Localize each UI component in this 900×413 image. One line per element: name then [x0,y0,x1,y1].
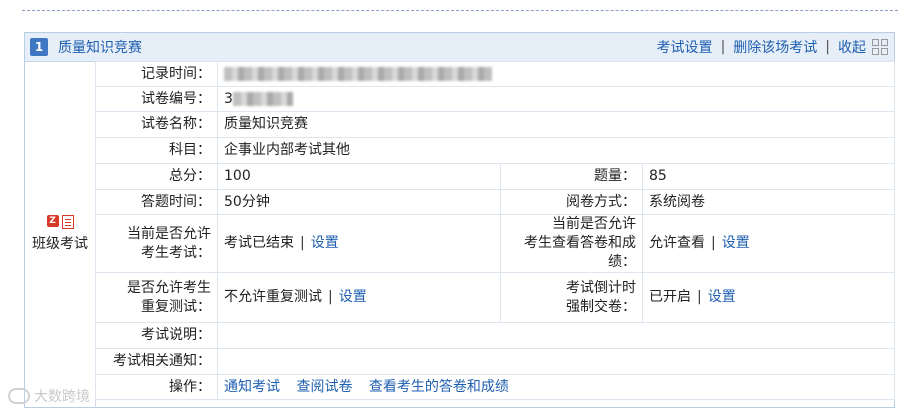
table-row: 答题时间： 50分钟 阅卷方式： 系统阅卷 [95,189,896,215]
table-row: 考试说明： [95,322,896,349]
exam-number-badge: 1 [30,38,48,56]
table-row: 试卷名称： 质量知识竞赛 [95,111,896,138]
separator: | [825,39,830,55]
review-paper-link[interactable]: 查阅试卷 [296,379,352,395]
paper-no-text: 3 [224,90,233,107]
exam-type-icons: Z [46,215,74,229]
exam-settings-link[interactable]: 考试设置 [657,37,713,57]
top-dashed-divider [22,10,898,11]
operations-links: 通知考试 查阅试卷 查看考生的答卷和成绩 [216,374,896,400]
watermark-logo-icon [8,388,30,404]
duration-label: 答题时间： [95,189,218,215]
table-row: 考试相关通知： [95,348,896,375]
paper-no-label: 试卷编号： [95,86,218,112]
collapse-link[interactable]: 收起 [838,37,866,57]
score-label: 总分： [95,163,218,190]
exam-description-value [216,322,896,349]
exam-panel: 1 质量知识竞赛 考试设置 | 删除该场考试 | 收起 Z 班级考试 记录时间：… [24,32,896,408]
allow-exam-set-link[interactable]: 设置 [311,235,339,251]
exam-title: 质量知识竞赛 [58,40,142,56]
score-value: 100 [217,163,501,190]
subject-label: 科目： [95,137,218,164]
question-count-value: 85 [641,163,896,190]
document-icon [61,215,74,229]
table-row: 操作： 通知考试 查阅试卷 查看考生的答卷和成绩 [95,374,896,400]
watermark: 大数跨境 [8,386,90,406]
notify-exam-link[interactable]: 通知考试 [224,379,280,395]
countdown-value: 已开启 | 设置 [641,272,896,323]
table-row: 记录时间： [95,61,896,87]
operations-label: 操作： [95,374,218,400]
header-actions: 考试设置 | 删除该场考试 | 收起 [657,33,866,61]
table-row: 当前是否允许 考生考试： 考试已结束 | 设置 当前是否允许 考生查看答卷和成绩： 允许… [95,214,896,273]
exam-notice-label: 考试相关通知： [95,348,218,375]
grading-value: 系统阅卷 [641,189,896,215]
redacted-value [232,91,293,106]
exam-info-table: 记录时间： 试卷编号： 3 试卷名称： 质量知识竞赛 科目： 企事业内部考试其他… [95,61,896,400]
retest-label: 是否允许考生 重复测试： [95,272,218,323]
allow-exam-label: 当前是否允许 考生考试： [95,214,218,273]
exam-description-label: 考试说明： [95,322,218,349]
duration-value: 50分钟 [217,189,501,215]
allow-exam-value: 考试已结束 | 设置 [217,214,501,273]
table-row: 试卷编号： 3 [95,86,896,112]
countdown-set-link[interactable]: 设置 [708,289,736,305]
allow-view-label: 当前是否允许 考生查看答卷和成绩： [500,214,643,273]
table-row: 总分： 100 题量： 85 [95,163,896,190]
allow-view-value: 允许查看 | 设置 [641,214,896,273]
retest-set-link[interactable]: 设置 [339,289,367,305]
allow-view-set-link[interactable]: 设置 [722,235,750,251]
delete-exam-link[interactable]: 删除该场考试 [733,37,817,57]
exam-notice-value [216,348,896,375]
paper-no-value: 3 [216,86,896,112]
retest-value: 不允许重复测试 | 设置 [217,272,501,323]
grading-label: 阅卷方式： [500,189,643,215]
z-logo-icon: Z [46,215,59,227]
grid-view-icon[interactable] [872,39,888,55]
table-row: 科目： 企事业内部考试其他 [95,137,896,164]
view-answers-link[interactable]: 查看考生的答卷和成绩 [369,379,509,395]
countdown-label: 考试倒计时 强制交卷： [500,272,643,323]
redacted-value [224,66,492,81]
paper-name-label: 试卷名称： [95,111,218,138]
table-row: 是否允许考生 重复测试： 不允许重复测试 | 设置 考试倒计时 强制交卷： 已开启 | 设置 [95,272,896,323]
paper-name-value: 质量知识竞赛 [216,111,896,138]
question-count-label: 题量： [500,163,643,190]
separator: | [720,39,726,55]
panel-header: 1 质量知识竞赛 考试设置 | 删除该场考试 | 收起 [25,33,894,62]
class-exam-label: 班级考试 [32,236,88,252]
watermark-text: 大数跨境 [34,389,90,405]
record-time-value [216,61,896,87]
subject-value: 企事业内部考试其他 [216,137,896,164]
class-exam-sidebar: Z 班级考试 [25,61,96,407]
record-time-label: 记录时间： [95,61,218,87]
